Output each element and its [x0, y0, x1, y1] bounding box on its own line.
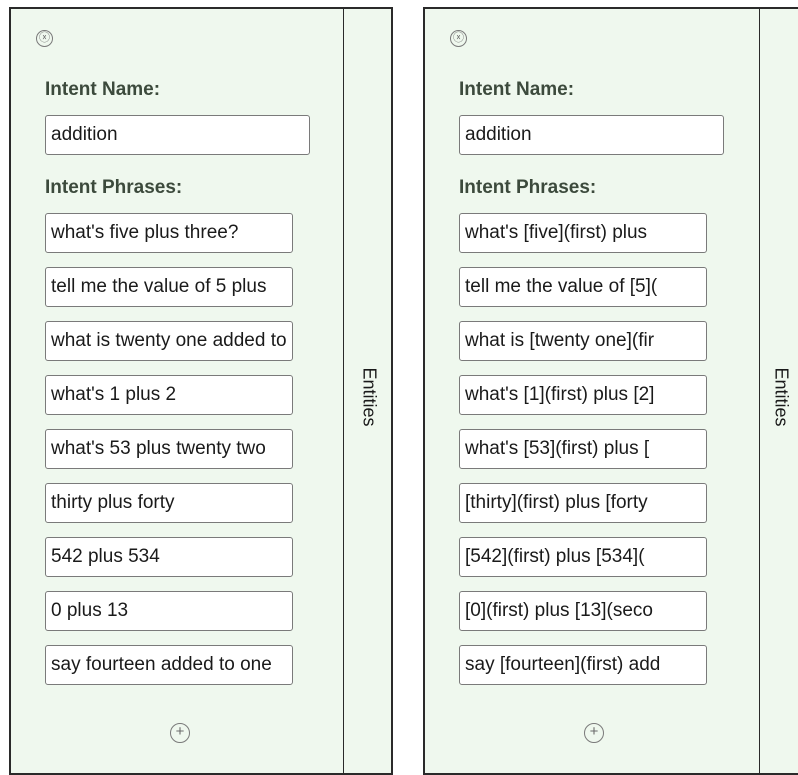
phrase-field[interactable]: say fourteen added to one — [45, 645, 293, 685]
intent-editor-panel-left: ⓧ Intent Name: addition Intent Phrases: … — [9, 7, 393, 775]
intent-name-label: Intent Name: — [45, 79, 161, 100]
intent-phrases-label: Intent Phrases: — [459, 177, 597, 198]
phrase-field[interactable]: what's five plus three? — [45, 213, 293, 253]
phrase-field[interactable]: what's 1 plus 2 — [45, 375, 293, 415]
entities-tab-label: Entities — [359, 367, 380, 427]
phrase-field[interactable]: 542 plus 534 — [45, 537, 293, 577]
phrase-field[interactable]: what's [53](first) plus [ — [459, 429, 707, 469]
intent-name-label: Intent Name: — [459, 79, 575, 100]
entities-tab[interactable]: Entities — [759, 9, 798, 773]
phrase-field[interactable]: [0](first) plus [13](seco — [459, 591, 707, 631]
intent-form: ⓧ Intent Name: addition Intent Phrases: … — [11, 9, 343, 773]
intent-phrases-label: Intent Phrases: — [45, 177, 183, 198]
phrase-field[interactable]: say [fourteen](first) add — [459, 645, 707, 685]
phrase-field[interactable]: tell me the value of [5]( — [459, 267, 707, 307]
phrase-field[interactable]: what's [1](first) plus [2] — [459, 375, 707, 415]
phrase-field[interactable]: what's [five](first) plus — [459, 213, 707, 253]
close-icon[interactable]: ⓧ — [450, 30, 467, 47]
close-icon[interactable]: ⓧ — [36, 30, 53, 47]
entities-tab[interactable]: Entities — [343, 9, 394, 773]
phrase-field[interactable]: thirty plus forty — [45, 483, 293, 523]
intent-name-field[interactable]: addition — [45, 115, 310, 155]
intent-editor-panel-right: ⓧ Intent Name: addition Intent Phrases: … — [423, 7, 798, 775]
phrase-field[interactable]: what's 53 plus twenty two — [45, 429, 293, 469]
phrase-field[interactable]: what is twenty one added to — [45, 321, 293, 361]
add-phrase-icon[interactable]: + — [584, 723, 604, 743]
phrase-field[interactable]: tell me the value of 5 plus — [45, 267, 293, 307]
add-phrase-icon[interactable]: + — [170, 723, 190, 743]
intent-form: ⓧ Intent Name: addition Intent Phrases: … — [425, 9, 757, 773]
intent-name-field[interactable]: addition — [459, 115, 724, 155]
entities-tab-label: Entities — [771, 367, 791, 427]
phrase-field[interactable]: what is [twenty one](fir — [459, 321, 707, 361]
phrase-field[interactable]: 0 plus 13 — [45, 591, 293, 631]
phrase-field[interactable]: [542](first) plus [534]( — [459, 537, 707, 577]
phrase-field[interactable]: [thirty](first) plus [forty — [459, 483, 707, 523]
